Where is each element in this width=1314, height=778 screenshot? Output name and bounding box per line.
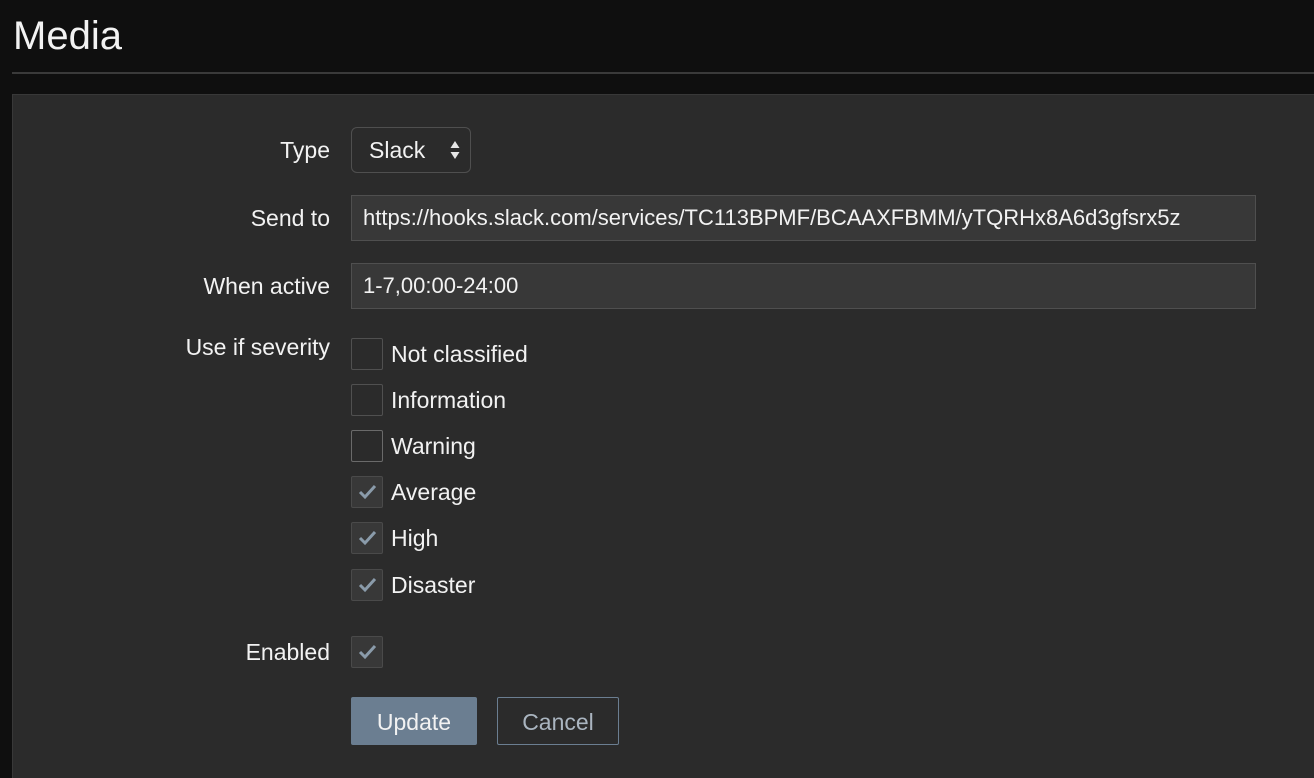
checkbox[interactable] xyxy=(351,338,383,370)
checkbox[interactable] xyxy=(351,522,383,554)
severity-label: Use if severity xyxy=(185,334,330,360)
type-select-value: Slack xyxy=(369,137,426,163)
send-to-row: Send to xyxy=(13,195,1314,241)
update-button[interactable]: Update xyxy=(351,697,477,745)
checkbox-label: Average xyxy=(391,479,477,505)
severity-row: Use if severity Not classified Informati… xyxy=(13,331,1314,603)
cancel-button[interactable]: Cancel xyxy=(497,697,619,745)
check-icon xyxy=(358,484,377,500)
enabled-checkbox[interactable] xyxy=(351,636,383,668)
severity-not-classified[interactable]: Not classified xyxy=(351,338,528,370)
page-title: Media xyxy=(13,14,122,58)
when-active-input[interactable] xyxy=(351,263,1256,309)
sort-arrows-icon xyxy=(450,141,460,159)
send-to-label: Send to xyxy=(250,205,330,231)
checkbox[interactable] xyxy=(351,384,383,416)
type-select[interactable]: Slack xyxy=(351,127,471,173)
severity-information[interactable]: Information xyxy=(351,384,506,416)
type-label: Type xyxy=(280,137,330,163)
checkbox[interactable] xyxy=(351,569,383,601)
check-icon xyxy=(358,577,377,593)
when-active-label: When active xyxy=(203,273,330,299)
checkbox[interactable] xyxy=(351,476,383,508)
enabled-label: Enabled xyxy=(245,639,330,665)
checkbox-label: Information xyxy=(391,387,507,413)
title-divider xyxy=(12,72,1314,74)
checkbox-label: Not classified xyxy=(391,341,528,367)
checkbox-label: High xyxy=(391,525,439,551)
check-icon xyxy=(358,530,377,546)
enabled-checkbox-item[interactable] xyxy=(351,636,383,668)
check-icon xyxy=(358,644,377,660)
severity-average[interactable]: Average xyxy=(351,476,476,508)
media-page: Media Type Slack Send to When active xyxy=(0,0,1314,778)
severity-warning[interactable]: Warning xyxy=(351,430,476,462)
checkbox[interactable] xyxy=(351,430,383,462)
checkbox-label: Disaster xyxy=(391,572,476,598)
media-form: Type Slack Send to When active Use if se… xyxy=(12,94,1314,778)
type-row: Type Slack xyxy=(13,127,1314,173)
form-actions: Update Cancel xyxy=(13,697,1314,745)
send-to-input[interactable] xyxy=(351,195,1256,241)
severity-high[interactable]: High xyxy=(351,522,438,554)
enabled-row: Enabled xyxy=(13,629,1314,675)
when-active-row: When active xyxy=(13,263,1314,309)
severity-disaster[interactable]: Disaster xyxy=(351,569,475,601)
checkbox-label: Warning xyxy=(391,433,476,459)
